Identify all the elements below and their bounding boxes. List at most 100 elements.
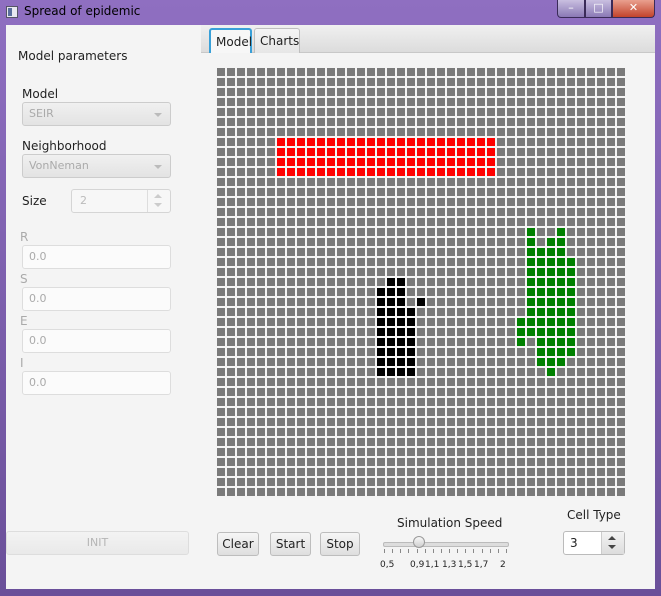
grid-cell-empty[interactable] [297, 408, 305, 416]
grid-cell-green[interactable] [517, 318, 525, 326]
grid-cell-empty[interactable] [577, 208, 585, 216]
grid-cell-empty[interactable] [617, 358, 625, 366]
grid-cell-empty[interactable] [317, 258, 325, 266]
grid-cell-empty[interactable] [537, 378, 545, 386]
grid-cell-empty[interactable] [397, 238, 405, 246]
grid-cell-empty[interactable] [357, 368, 365, 376]
grid-cell-empty[interactable] [347, 468, 355, 476]
grid-cell-red[interactable] [427, 148, 435, 156]
grid-cell-empty[interactable] [317, 238, 325, 246]
grid-cell-empty[interactable] [457, 108, 465, 116]
grid-cell-empty[interactable] [237, 478, 245, 486]
grid-cell-empty[interactable] [287, 308, 295, 316]
grid-cell-green[interactable] [527, 258, 535, 266]
grid-cell-empty[interactable] [607, 398, 615, 406]
grid-cell-empty[interactable] [457, 308, 465, 316]
grid-cell-empty[interactable] [357, 98, 365, 106]
grid-cell-empty[interactable] [437, 418, 445, 426]
grid-cell-empty[interactable] [497, 268, 505, 276]
grid-cell-empty[interactable] [417, 218, 425, 226]
grid-cell-empty[interactable] [327, 198, 335, 206]
grid-cell-empty[interactable] [237, 258, 245, 266]
grid-cell-empty[interactable] [447, 368, 455, 376]
grid-cell-empty[interactable] [617, 178, 625, 186]
grid-cell-empty[interactable] [377, 238, 385, 246]
grid-cell-empty[interactable] [237, 308, 245, 316]
grid-cell-empty[interactable] [507, 458, 515, 466]
grid-cell-empty[interactable] [517, 168, 525, 176]
grid-cell-empty[interactable] [217, 368, 225, 376]
grid-cell-empty[interactable] [367, 78, 375, 86]
grid-cell-empty[interactable] [517, 248, 525, 256]
grid-cell-empty[interactable] [307, 398, 315, 406]
grid-cell-empty[interactable] [437, 488, 445, 496]
grid-cell-black[interactable] [387, 358, 395, 366]
grid-cell-empty[interactable] [387, 268, 395, 276]
grid-cell-empty[interactable] [317, 288, 325, 296]
grid-cell-red[interactable] [477, 148, 485, 156]
grid-cell-empty[interactable] [247, 338, 255, 346]
grid-cell-green[interactable] [527, 278, 535, 286]
grid-cell-empty[interactable] [497, 368, 505, 376]
param-r-field[interactable]: 0.0 [22, 245, 171, 269]
grid-cell-empty[interactable] [287, 108, 295, 116]
grid-cell-green[interactable] [567, 328, 575, 336]
grid-cell-empty[interactable] [357, 128, 365, 136]
grid-cell-empty[interactable] [567, 378, 575, 386]
grid-cell-empty[interactable] [227, 368, 235, 376]
grid-cell-empty[interactable] [387, 98, 395, 106]
grid-cell-empty[interactable] [477, 378, 485, 386]
grid-cell-empty[interactable] [287, 368, 295, 376]
grid-cell-empty[interactable] [337, 88, 345, 96]
grid-cell-empty[interactable] [367, 308, 375, 316]
grid-cell-empty[interactable] [427, 458, 435, 466]
grid-cell-green[interactable] [547, 288, 555, 296]
grid-cell-empty[interactable] [297, 238, 305, 246]
grid-cell-empty[interactable] [477, 78, 485, 86]
grid-cell-empty[interactable] [227, 328, 235, 336]
grid-cell-red[interactable] [337, 138, 345, 146]
grid-cell-empty[interactable] [317, 298, 325, 306]
grid-cell-green[interactable] [537, 288, 545, 296]
grid-cell-green[interactable] [567, 278, 575, 286]
grid-cell-empty[interactable] [337, 238, 345, 246]
grid-cell-empty[interactable] [247, 178, 255, 186]
grid-cell-empty[interactable] [437, 398, 445, 406]
grid-cell-empty[interactable] [527, 448, 535, 456]
grid-cell-empty[interactable] [337, 438, 345, 446]
grid-cell-empty[interactable] [237, 228, 245, 236]
grid-cell-red[interactable] [297, 158, 305, 166]
grid-cell-empty[interactable] [377, 228, 385, 236]
grid-cell-empty[interactable] [337, 398, 345, 406]
grid-cell-empty[interactable] [257, 188, 265, 196]
grid-cell-empty[interactable] [457, 388, 465, 396]
grid-cell-empty[interactable] [317, 308, 325, 316]
grid-cell-empty[interactable] [587, 288, 595, 296]
grid-cell-empty[interactable] [527, 148, 535, 156]
grid-cell-empty[interactable] [267, 338, 275, 346]
grid-cell-empty[interactable] [247, 318, 255, 326]
grid-cell-green[interactable] [557, 348, 565, 356]
grid-cell-empty[interactable] [577, 298, 585, 306]
grid-cell-empty[interactable] [387, 488, 395, 496]
grid-cell-empty[interactable] [467, 208, 475, 216]
grid-cell-empty[interactable] [567, 228, 575, 236]
grid-cell-empty[interactable] [227, 288, 235, 296]
grid-cell-empty[interactable] [377, 128, 385, 136]
grid-cell-empty[interactable] [297, 88, 305, 96]
grid-cell-green[interactable] [527, 248, 535, 256]
grid-cell-empty[interactable] [247, 248, 255, 256]
grid-cell-empty[interactable] [317, 328, 325, 336]
grid-cell-empty[interactable] [447, 358, 455, 366]
grid-cell-empty[interactable] [237, 488, 245, 496]
grid-cell-empty[interactable] [557, 218, 565, 226]
grid-cell-empty[interactable] [457, 198, 465, 206]
grid-cell-empty[interactable] [237, 208, 245, 216]
grid-cell-empty[interactable] [327, 88, 335, 96]
grid-cell-empty[interactable] [487, 298, 495, 306]
grid-cell-empty[interactable] [357, 108, 365, 116]
grid-cell-empty[interactable] [557, 78, 565, 86]
grid-cell-empty[interactable] [397, 118, 405, 126]
param-e-field[interactable]: 0.0 [22, 329, 171, 353]
grid-cell-empty[interactable] [287, 88, 295, 96]
